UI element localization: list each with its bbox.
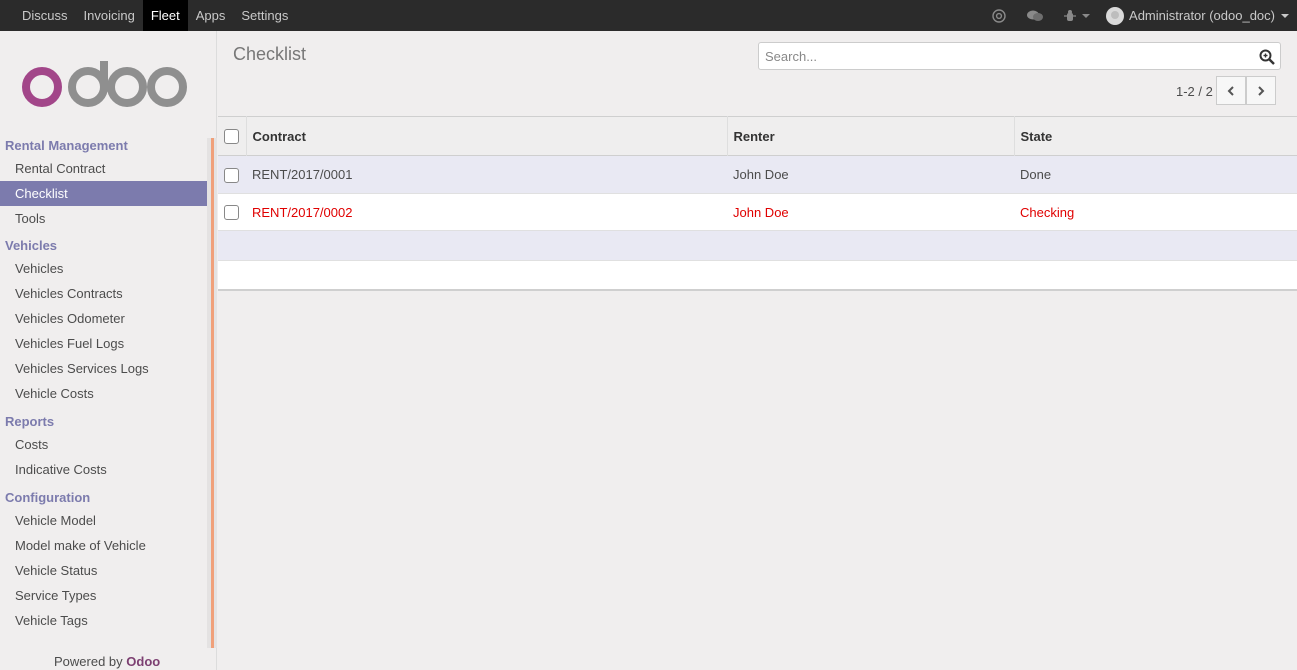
section-reports: Reports <box>5 414 55 429</box>
top-navbar: Discuss Invoicing Fleet Apps Settings Ad… <box>0 0 1297 31</box>
list-view: Contract Renter State RENT/2017/0001 Joh… <box>218 116 1297 291</box>
sidebar-item-vehicles-odometer[interactable]: Vehicles Odometer <box>0 306 207 331</box>
column-contract[interactable]: Contract <box>246 116 728 156</box>
sidebar-item-model-make[interactable]: Model make of Vehicle <box>0 533 207 558</box>
sidebar-item-vehicles-fuel-logs[interactable]: Vehicles Fuel Logs <box>0 331 207 356</box>
sidebar-scrollbar[interactable] <box>207 138 217 648</box>
select-all-checkbox[interactable] <box>224 129 239 145</box>
user-menu[interactable]: Administrator (odoo_doc) <box>1106 6 1289 25</box>
column-state[interactable]: State <box>1014 117 1297 156</box>
menu-invoicing[interactable]: Invoicing <box>76 0 143 31</box>
user-name: Administrator (odoo_doc) <box>1129 8 1275 23</box>
powered-by: Powered by Odoo <box>54 654 161 669</box>
section-configuration: Configuration <box>5 490 91 505</box>
row-checkbox[interactable] <box>224 167 239 183</box>
row-checkbox[interactable] <box>224 205 239 221</box>
sidebar-item-vehicles-contracts[interactable]: Vehicles Contracts <box>0 281 207 306</box>
app-menu: Discuss Invoicing Fleet Apps Settings <box>0 0 296 31</box>
sidebar-item-vehicle-tags[interactable]: Vehicle Tags <box>0 608 207 633</box>
search-box[interactable] <box>758 42 1281 70</box>
cell-renter[interactable]: John Doe <box>727 156 1014 194</box>
avatar <box>1106 6 1125 25</box>
sidebar-item-checklist[interactable]: Checklist <box>0 181 207 206</box>
chevron-right-icon <box>1258 85 1265 96</box>
powered-by-link[interactable]: Odoo <box>126 654 160 669</box>
sidebar: Rental Management Rental Contract Checkl… <box>0 31 217 670</box>
cell-contract[interactable]: RENT/2017/0002 <box>246 194 727 231</box>
debug-bug-icon[interactable] <box>1064 9 1091 23</box>
sidebar-item-costs[interactable]: Costs <box>0 432 207 457</box>
cell-state[interactable]: Done <box>1014 156 1297 194</box>
cell-renter[interactable]: John Doe <box>727 194 1014 231</box>
sidebar-item-rental-contract[interactable]: Rental Contract <box>0 156 207 181</box>
sidebar-item-vehicle-model[interactable]: Vehicle Model <box>0 508 207 533</box>
checklist-table: Contract Renter State RENT/2017/0001 Joh… <box>218 116 1297 291</box>
section-rental-management: Rental Management <box>5 138 128 153</box>
pager-next-button[interactable] <box>1246 76 1276 105</box>
menu-discuss[interactable]: Discuss <box>14 0 76 31</box>
table-row[interactable]: RENT/2017/0002 John Doe Checking <box>218 193 1297 231</box>
cell-contract[interactable]: RENT/2017/0001 <box>246 156 727 194</box>
chevron-left-icon <box>1227 85 1234 96</box>
menu-fleet[interactable]: Fleet <box>142 0 188 31</box>
sidebar-item-vehicles-services-logs[interactable]: Vehicles Services Logs <box>0 356 207 381</box>
menu-apps[interactable]: Apps <box>188 0 234 31</box>
pager-previous-button[interactable] <box>1216 76 1246 105</box>
pager-value[interactable]: 1-2 / 2 <box>1176 84 1213 99</box>
scrollbar-thumb[interactable] <box>211 138 214 648</box>
cell-state[interactable]: Checking <box>1014 194 1297 231</box>
table-row[interactable]: RENT/2017/0001 John Doe Done <box>218 155 1297 194</box>
systray: Administrator (odoo_doc) <box>982 0 1297 31</box>
page-title: Checklist <box>233 44 307 64</box>
empty-row <box>218 230 1297 261</box>
sidebar-item-vehicle-costs[interactable]: Vehicle Costs <box>0 381 207 406</box>
sidebar-menu: Rental Management Rental Contract Checkl… <box>0 136 207 633</box>
search-input[interactable] <box>759 43 1239 69</box>
chat-icon[interactable] <box>1026 9 1044 23</box>
table-header: Contract Renter State <box>218 116 1297 156</box>
odoo-logo[interactable] <box>20 53 195 121</box>
column-renter[interactable]: Renter <box>727 116 1015 156</box>
sidebar-item-vehicle-status[interactable]: Vehicle Status <box>0 558 207 583</box>
empty-row <box>218 260 1297 290</box>
sidebar-item-vehicles[interactable]: Vehicles <box>0 256 207 281</box>
section-vehicles: Vehicles <box>5 238 58 253</box>
sidebar-item-service-types[interactable]: Service Types <box>0 583 207 608</box>
at-icon[interactable] <box>992 8 1006 23</box>
sidebar-item-tools[interactable]: Tools <box>0 206 207 231</box>
menu-settings[interactable]: Settings <box>233 0 296 31</box>
sidebar-item-indicative-costs[interactable]: Indicative Costs <box>0 457 207 482</box>
chevron-down-icon <box>1281 13 1289 18</box>
search-icon[interactable] <box>1259 49 1275 65</box>
